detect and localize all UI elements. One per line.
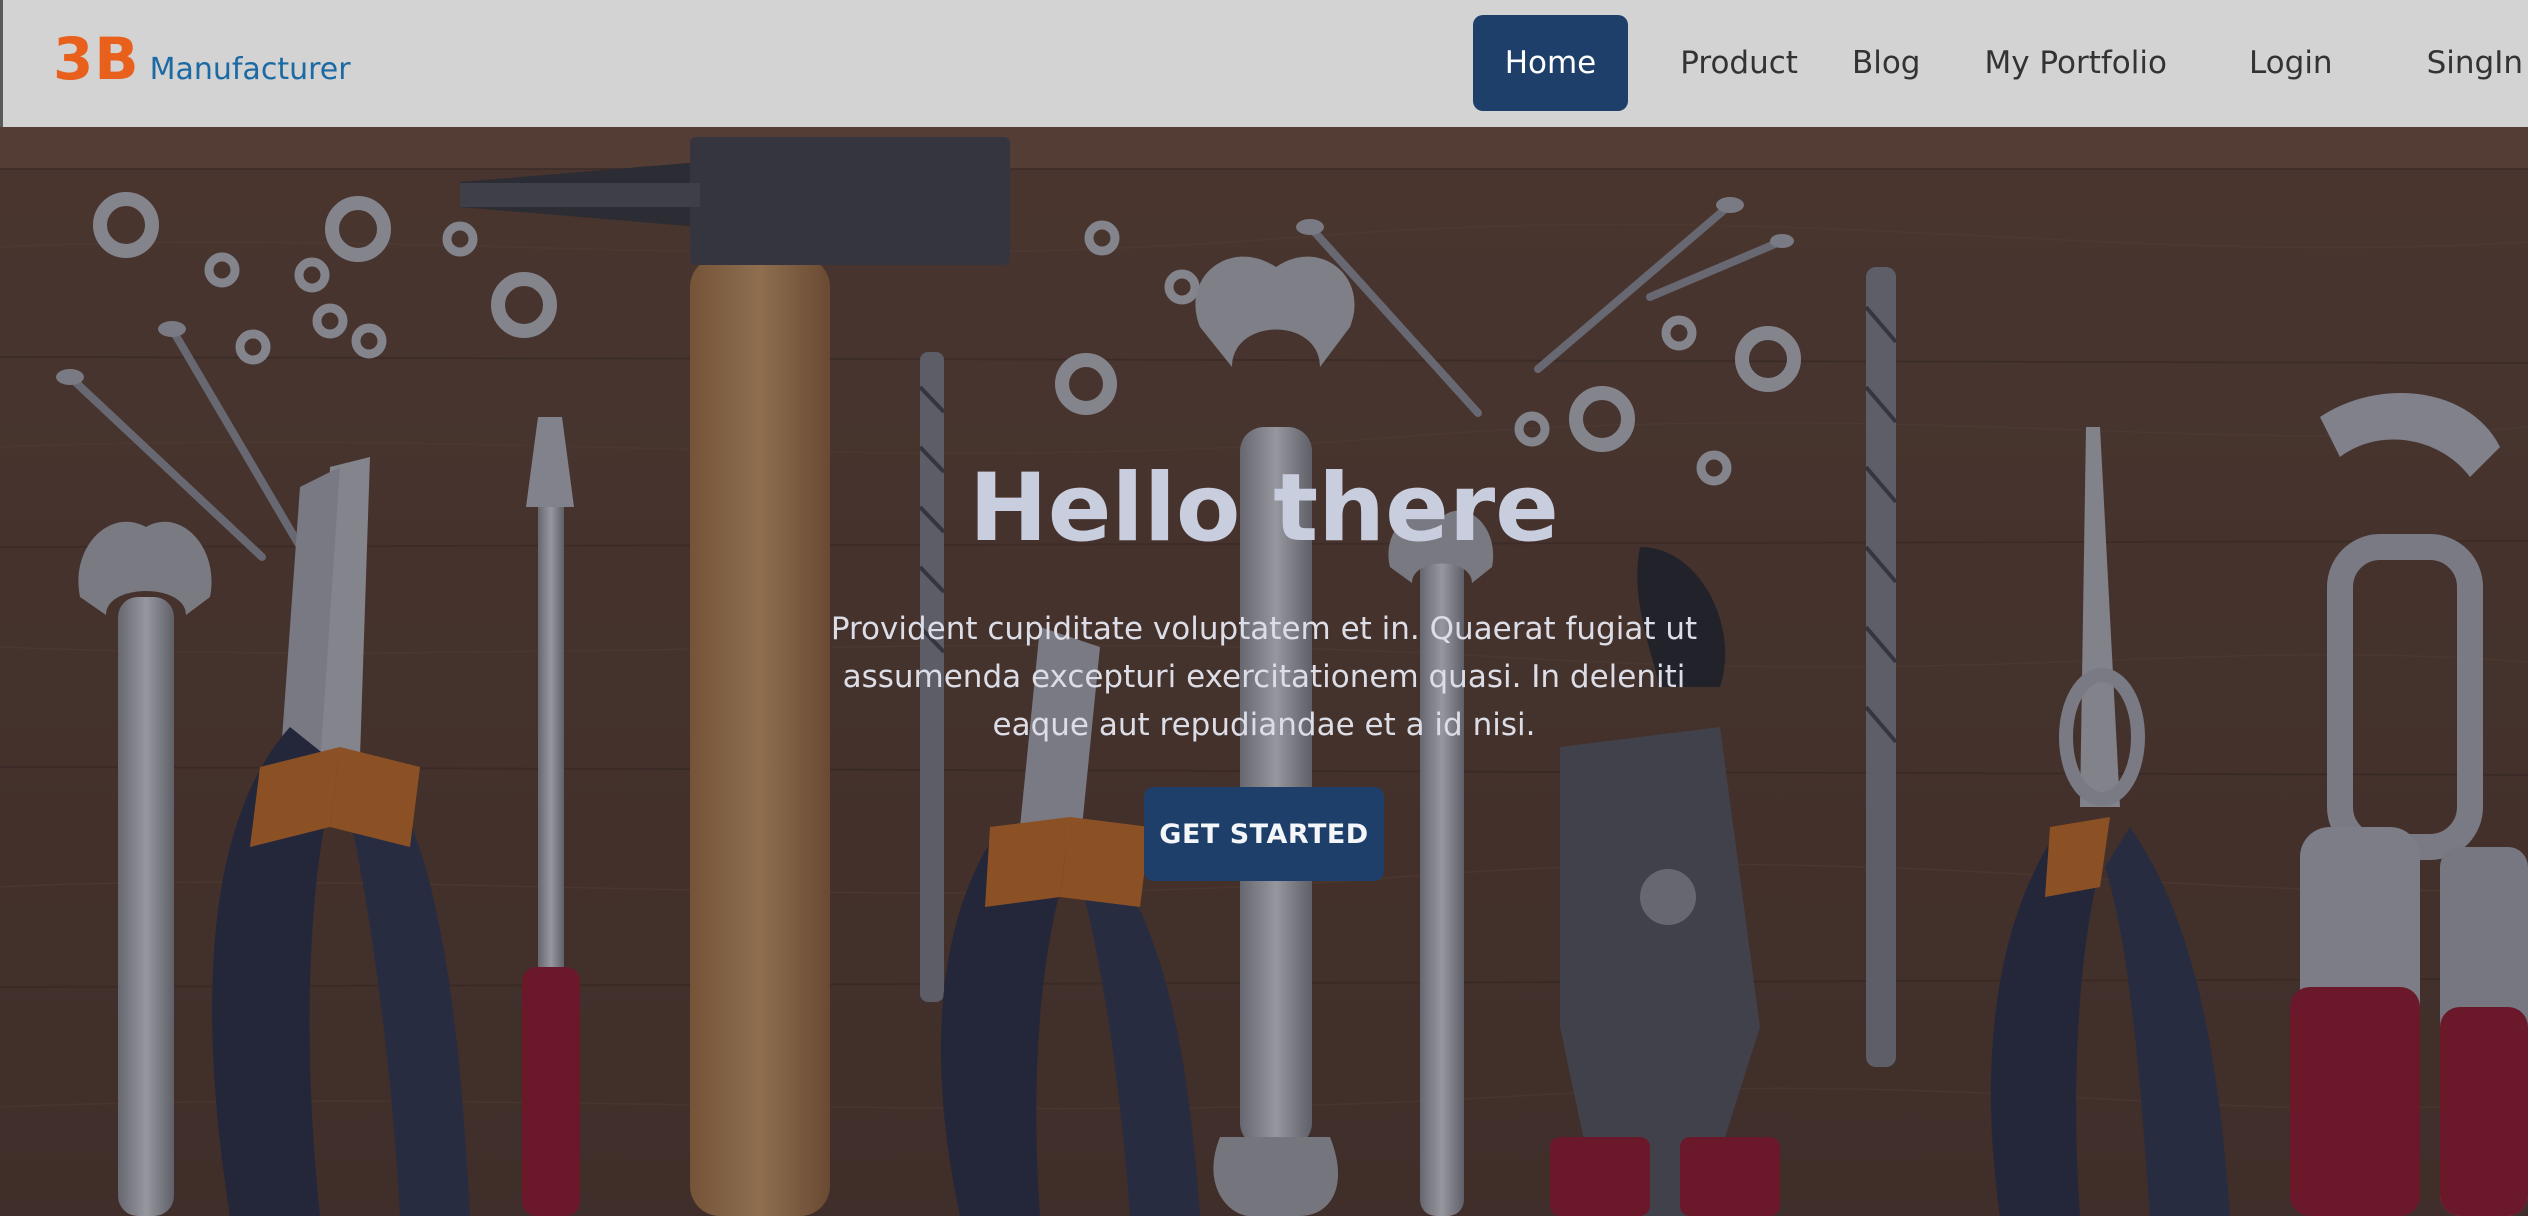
- brand-mark: 3B: [53, 25, 140, 93]
- nav-menu: Home Product Blog My Portfolio Login Sin…: [1472, 15, 2528, 111]
- hero-title: Hello there: [969, 454, 1559, 563]
- brand-name: Manufacturer: [149, 52, 351, 87]
- nav-item-blog[interactable]: Blog: [1834, 15, 1961, 111]
- hero-description: Provident cupiditate voluptatem et in. Q…: [830, 611, 1698, 743]
- brand-logo[interactable]: 3B Manufacturer: [53, 30, 351, 88]
- navbar: 3B Manufacturer Home Product Blog My Por…: [0, 0, 2528, 127]
- nav-item-signin[interactable]: SingIn: [2383, 15, 2528, 111]
- nav-item-login[interactable]: Login: [2207, 15, 2383, 111]
- nav-item-my-portfolio[interactable]: My Portfolio: [1960, 15, 2206, 111]
- get-started-button[interactable]: GET STARTED: [1144, 787, 1384, 881]
- hero-section: Hello there Provident cupiditate volupta…: [0, 127, 2528, 1216]
- nav-item-home[interactable]: Home: [1472, 15, 1629, 111]
- nav-item-product[interactable]: Product: [1650, 15, 1834, 111]
- page: 3B Manufacturer Home Product Blog My Por…: [0, 0, 2528, 1216]
